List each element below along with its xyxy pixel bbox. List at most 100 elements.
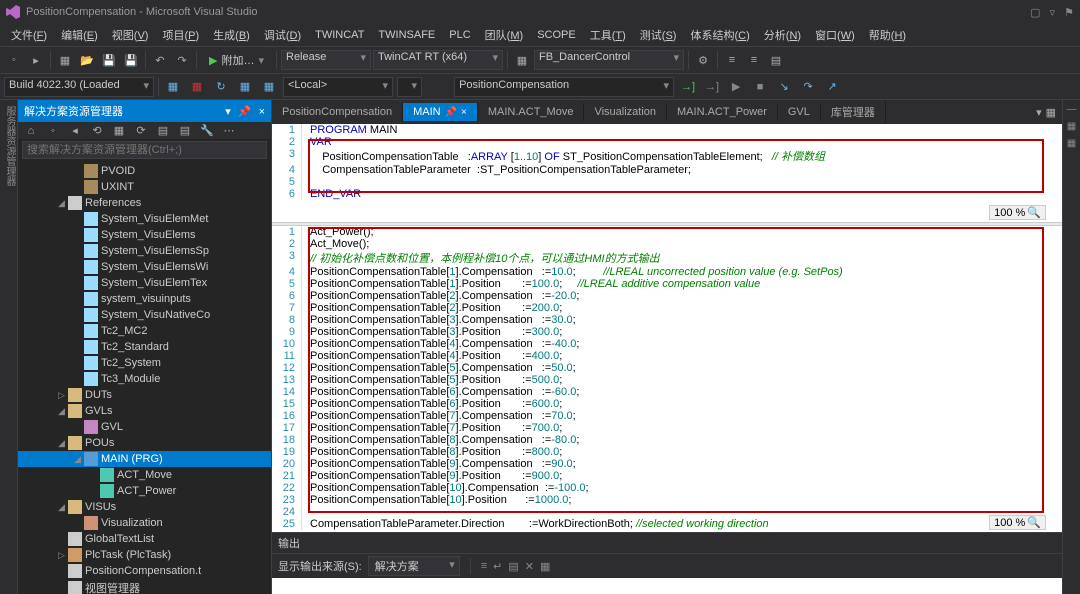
start-icon[interactable]: ▶ xyxy=(726,77,746,97)
expand-icon[interactable]: ◢ xyxy=(58,198,68,209)
menu-item[interactable]: 工具(T) xyxy=(583,25,633,45)
menu-item[interactable]: 项目(P) xyxy=(155,25,206,45)
code-line[interactable] xyxy=(302,506,310,518)
menu-item[interactable]: 窗口(W) xyxy=(808,25,862,45)
code-line[interactable]: PositionCompensationTable[7].Compensatio… xyxy=(302,410,576,422)
comment-icon[interactable]: ▤ xyxy=(766,50,786,70)
menu-item[interactable]: 团队(M) xyxy=(478,25,531,45)
properties-icon[interactable]: ▤ xyxy=(154,124,172,137)
solution-tree[interactable]: PVOIDUXINT◢ReferencesSystem_VisuElemMetS… xyxy=(18,161,271,594)
code-line[interactable]: PositionCompensationTable :ARRAY [1..10]… xyxy=(302,148,825,164)
rail-icon-3[interactable]: ▦ xyxy=(1067,138,1076,149)
chat-icon[interactable]: ▢ xyxy=(1030,7,1040,19)
save-all-icon[interactable]: 💾 xyxy=(121,50,141,70)
panel-close-icon[interactable]: × xyxy=(259,106,265,118)
code-line[interactable]: PositionCompensationTable[7].Position :=… xyxy=(302,422,562,434)
code-line[interactable] xyxy=(302,176,310,188)
refresh-icon[interactable]: ⟳ xyxy=(132,124,150,137)
declaration-editor[interactable]: 100 %🔍 1PROGRAM MAIN2VAR3 PositionCompen… xyxy=(272,124,1062,222)
output-toggle-icon[interactable]: ▤ xyxy=(508,560,518,573)
tree-item[interactable]: system_visuinputs xyxy=(18,291,271,307)
tree-item[interactable]: ACT_Move xyxy=(18,467,271,483)
redo-icon[interactable]: ↷ xyxy=(172,50,192,70)
tree-item[interactable]: System_VisuElems xyxy=(18,227,271,243)
tc-extra-combo[interactable] xyxy=(397,77,422,97)
expand-icon[interactable]: ◢ xyxy=(58,406,68,417)
output-source-combo[interactable]: 解决方案 xyxy=(368,556,460,576)
wrench-icon[interactable]: 🔧 xyxy=(198,124,216,137)
flag-icon[interactable]: ⚑ xyxy=(1064,7,1074,19)
nav-back-icon[interactable]: ◦ xyxy=(4,50,24,70)
tree-item[interactable]: PVOID xyxy=(18,163,271,179)
code-line[interactable]: // 初始化补偿点数和位置，本例程补偿10个点，可以通过HMI的方式输出 xyxy=(302,250,660,266)
back-icon[interactable]: ◂ xyxy=(66,124,84,137)
step-out-icon[interactable]: ↗ xyxy=(822,77,842,97)
funnel-icon[interactable]: ▿ xyxy=(1050,7,1056,19)
tree-item[interactable]: UXINT xyxy=(18,179,271,195)
implementation-editor[interactable]: 100 %🔍 1Act_Power();2Act_Move();3// 初始化补… xyxy=(272,226,1062,532)
code-line[interactable]: CompensationTableParameter.Direction :=W… xyxy=(302,518,769,530)
left-tool-rail[interactable]: 服务器资源管理器 xyxy=(0,100,18,594)
indent-icon[interactable]: ≡ xyxy=(722,50,742,70)
code-line[interactable]: PositionCompensationTable[9].Position :=… xyxy=(302,470,562,482)
step-into-icon[interactable]: ↘ xyxy=(774,77,794,97)
login-icon[interactable]: →] xyxy=(678,77,698,97)
menu-item[interactable]: TWINCAT xyxy=(308,27,371,43)
editor-tab[interactable]: Visualization xyxy=(584,103,667,121)
menu-item[interactable]: 测试(S) xyxy=(633,25,684,45)
tc-activate-icon[interactable]: ▦ xyxy=(512,50,532,70)
output-clear-icon[interactable]: ≡ xyxy=(481,560,487,572)
tree-item[interactable]: Tc2_System xyxy=(18,355,271,371)
undo-icon[interactable]: ↶ xyxy=(150,50,170,70)
tree-item[interactable]: GVL xyxy=(18,419,271,435)
save-icon[interactable]: 💾 xyxy=(99,50,119,70)
show-all-icon[interactable]: ▦ xyxy=(110,124,128,137)
sync-icon[interactable]: ⟲ xyxy=(88,124,106,137)
editor-tab[interactable]: PositionCompensation xyxy=(272,103,403,121)
tree-item[interactable]: System_VisuNativeCo xyxy=(18,307,271,323)
menu-item[interactable]: 调试(D) xyxy=(257,25,308,45)
open-icon[interactable]: 📂 xyxy=(77,50,97,70)
zoom-badge[interactable]: 100 %🔍 xyxy=(989,205,1046,220)
menu-item[interactable]: 视图(V) xyxy=(105,25,156,45)
code-line[interactable]: VAR xyxy=(302,136,332,148)
tree-item[interactable]: System_VisuElemsWi xyxy=(18,259,271,275)
output-wrap-icon[interactable]: ↵ xyxy=(493,560,502,573)
more-icon[interactable]: ⋯ xyxy=(220,124,238,137)
stop-icon[interactable]: ■ xyxy=(750,77,770,97)
tree-item[interactable]: ◢References xyxy=(18,195,271,211)
code-line[interactable]: PositionCompensationTable[8].Compensatio… xyxy=(302,434,579,446)
code-line[interactable]: PositionCompensationTable[8].Position :=… xyxy=(302,446,562,458)
code-line[interactable]: PositionCompensationTable[5].Compensatio… xyxy=(302,362,576,374)
tree-item[interactable]: ▷DUTs xyxy=(18,387,271,403)
menu-item[interactable]: PLC xyxy=(442,27,477,43)
zoom-badge-2[interactable]: 100 %🔍 xyxy=(989,515,1046,530)
build-combo[interactable]: Build 4022.30 (Loaded xyxy=(4,77,154,97)
menu-item[interactable]: 生成(B) xyxy=(206,25,257,45)
code-line[interactable]: PositionCompensationTable[3].Compensatio… xyxy=(302,314,576,326)
tree-item[interactable]: ◢POUs xyxy=(18,435,271,451)
code-line[interactable]: PositionCompensationTable[3].Position :=… xyxy=(302,326,562,338)
panel-pin-icon[interactable]: 📌 xyxy=(238,106,252,118)
expand-icon[interactable]: ▷ xyxy=(58,390,68,401)
output-goto-icon[interactable]: ✕ xyxy=(525,560,534,573)
code-line[interactable]: PositionCompensationTable[10].Position :… xyxy=(302,494,571,506)
tree-item[interactable]: ▷PlcTask (PlcTask) xyxy=(18,547,271,563)
code-line[interactable]: PositionCompensationTable[1].Compensatio… xyxy=(302,266,843,278)
start-debug-button[interactable]: ▶ 附加… ▾ xyxy=(201,52,272,68)
code-line[interactable]: CompensationTableParameter :ST_PositionC… xyxy=(302,164,691,176)
panel-menu-icon[interactable]: ▾ xyxy=(225,106,231,118)
tree-item[interactable]: System_VisuElemMet xyxy=(18,211,271,227)
editor-tab[interactable]: MAIN.ACT_Move xyxy=(478,103,585,121)
nav-fwd-icon[interactable]: ▸ xyxy=(26,50,46,70)
tab-book-icon[interactable]: ▦ xyxy=(1046,106,1056,119)
target-local-combo[interactable]: <Local> xyxy=(283,77,393,97)
solution-config-combo[interactable]: Release xyxy=(281,50,371,70)
rail-icon-2[interactable]: ▦ xyxy=(1067,121,1076,132)
output-find-icon[interactable]: ▦ xyxy=(540,560,550,573)
expand-icon[interactable]: ◢ xyxy=(74,454,84,465)
view-icon[interactable]: ▤ xyxy=(176,124,194,137)
tree-item[interactable]: Tc2_MC2 xyxy=(18,323,271,339)
tc-icon-4[interactable]: ▦ xyxy=(235,77,255,97)
tree-item[interactable]: ◢GVLs xyxy=(18,403,271,419)
